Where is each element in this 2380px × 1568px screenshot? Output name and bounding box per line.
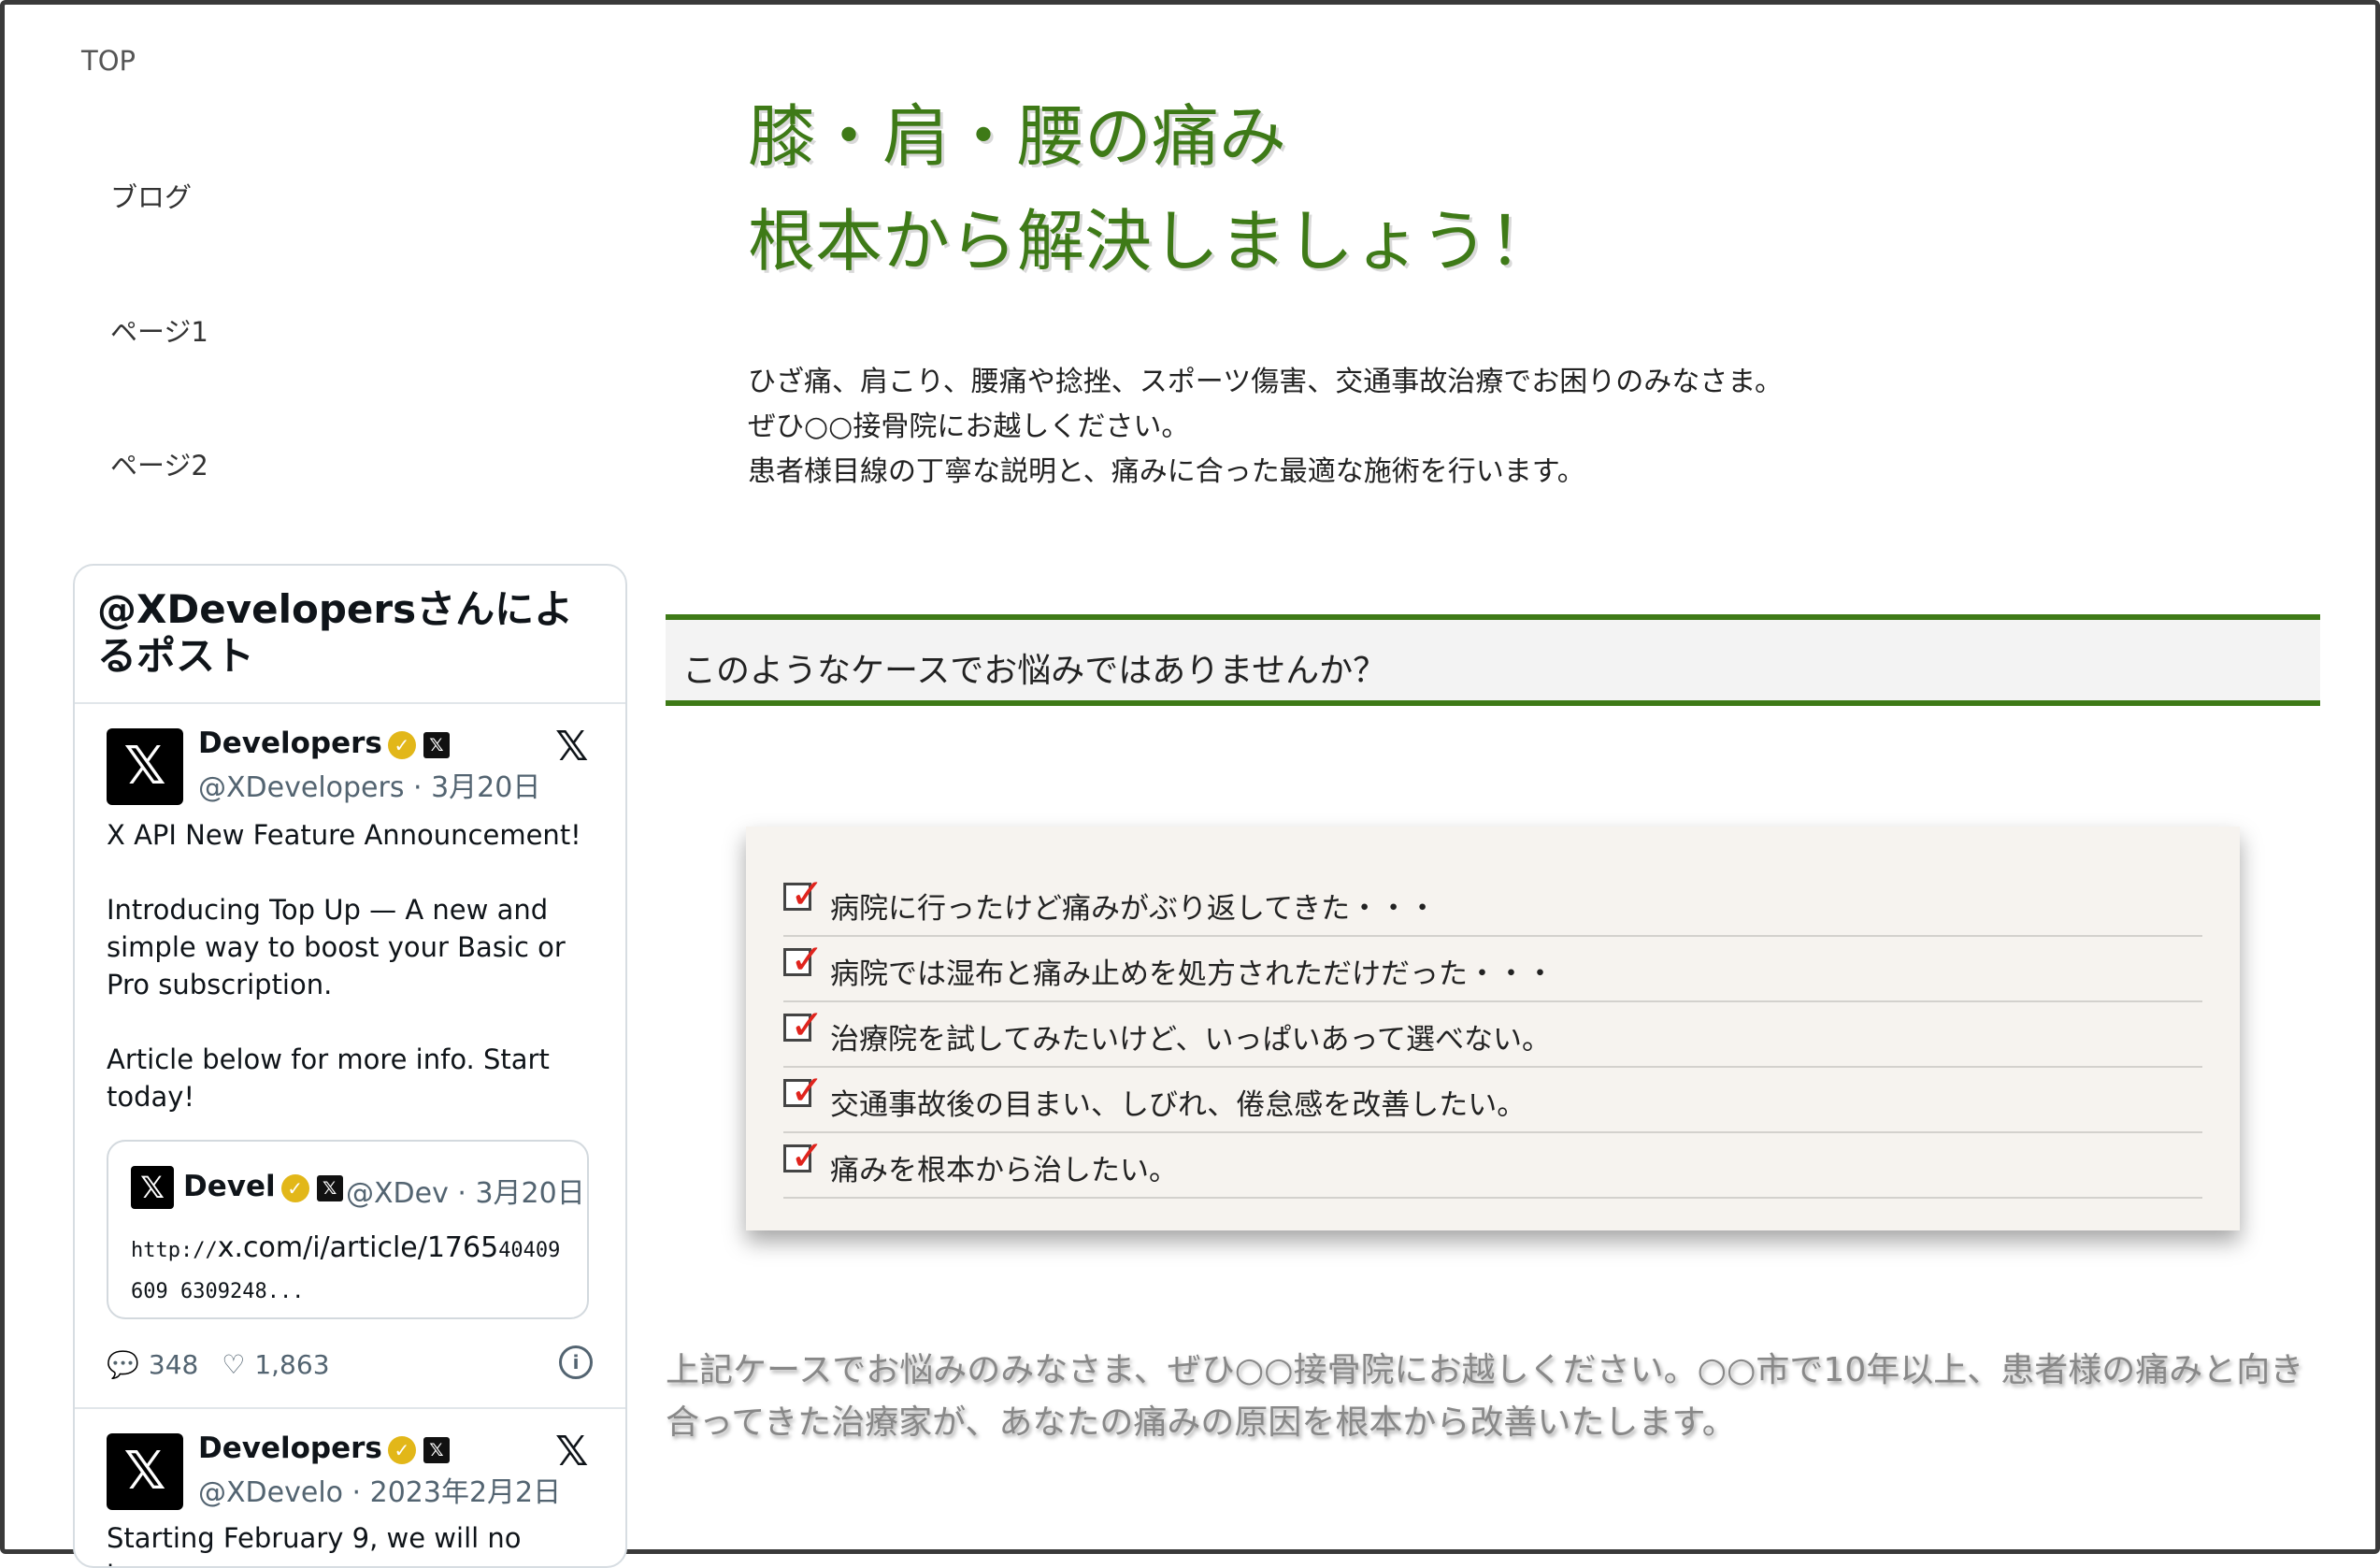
tweet-author-name[interactable]: Developers ✓ 𝕏 xyxy=(198,726,450,760)
link-main: x.com/i/article/1765 xyxy=(217,1231,499,1264)
intro-line: 患者様目線の丁寧な説明と、痛みに合った最適な施術を行います。 xyxy=(748,455,1585,488)
checkmark-icon: ✓ xyxy=(790,1067,824,1115)
like-count[interactable]: 1,863 xyxy=(254,1349,329,1380)
closing-text: 上記ケースでお悩みのみなさま、ぜひ○○接骨院にお越しください。○○市で10年以上… xyxy=(666,1351,2304,1442)
divider xyxy=(75,702,625,704)
widget-header[interactable]: @XDevelopersさんによるポスト xyxy=(97,586,602,680)
section-title: このようなケースでお悩みではありませんか？ xyxy=(682,652,1387,690)
nav-link-page1[interactable]: ページ1 xyxy=(110,310,208,350)
tweet-handle-date[interactable]: @XDevelopers · 3月20日 xyxy=(198,764,540,805)
author-name-text: Developers xyxy=(198,726,382,760)
verified-badge-icon: ✓ xyxy=(387,1435,416,1464)
checkbox-icon: ✓ xyxy=(783,1067,824,1115)
quoted-avatar: 𝕏 xyxy=(131,1166,174,1209)
checklist-item: ✓ 病院では湿布と痛み止めを処方されただけだった・・・ xyxy=(783,936,2202,1002)
section-heading-bar: このようなケースでお悩みではありませんか？ xyxy=(666,614,2320,706)
x-affiliate-icon: 𝕏 xyxy=(423,731,450,758)
x-timeline-widget[interactable]: @XDevelopersさんによるポスト 𝕏 Developers ✓ 𝕏 @XDe… xyxy=(73,564,627,1568)
x-logo-icon[interactable]: 𝕏 xyxy=(555,1428,588,1475)
checklist-text: 治療院を試してみたいけど、いっぱいあって選べない。 xyxy=(830,1023,1551,1057)
checklist-text: 病院では湿布と痛み止めを処方されただけだった・・・ xyxy=(830,957,1555,991)
x-affiliate-icon: 𝕏 xyxy=(316,1174,343,1201)
tweet-author-name[interactable]: Developers ✓ 𝕏 xyxy=(198,1431,450,1465)
checkbox-icon: ✓ xyxy=(783,1001,824,1049)
nav-link-blog[interactable]: ブログ xyxy=(110,176,192,215)
checklist-item: ✓ 病院に行ったけど痛みがぶり返してきた・・・ xyxy=(783,870,2202,937)
tweet-line: Article below for more info. Start today… xyxy=(107,1043,550,1113)
quoted-author: Devel ✓ 𝕏 xyxy=(183,1170,343,1203)
checklist-text: 交通事故後の目まい、しびれ、倦怠感を改善したい。 xyxy=(830,1088,1527,1122)
developers-avatar[interactable]: 𝕏 xyxy=(107,728,183,805)
quoted-link[interactable]: http://x.com/i/article/176540409609 6309… xyxy=(131,1228,570,1313)
checklist-text: 痛みを根本から治したい。 xyxy=(830,1154,1178,1187)
checkmark-icon: ✓ xyxy=(790,936,824,984)
quoted-tweet-card[interactable]: 𝕏 Devel ✓ 𝕏 @XDeᴠ · 3月20日 http://x.com/i/a… xyxy=(107,1140,589,1319)
nav-link-page2[interactable]: ページ2 xyxy=(110,444,208,483)
x-affiliate-icon: 𝕏 xyxy=(423,1436,450,1463)
tweet-actions: 💬 348 ♡ 1,863 xyxy=(107,1349,339,1380)
checklist-item: ✓ 交通事故後の目まい、しびれ、倦怠感を改善したい。 xyxy=(783,1067,2202,1133)
verified-badge-icon: ✓ xyxy=(387,730,416,759)
hero-heading: 膝・肩・腰の痛み 根本から解決しましょう！ xyxy=(748,84,1556,294)
link-prefix: http:// xyxy=(131,1239,218,1262)
checkmark-icon: ✓ xyxy=(790,1132,824,1180)
intro-line: ひざ痛、肩こり、腰痛や捻挫、スポーツ傷害、交通事故治療でお困りのみなさま。 xyxy=(748,366,1783,398)
heart-icon[interactable]: ♡ xyxy=(222,1349,245,1380)
checklist-item: ✓ 痛みを根本から治したい。 xyxy=(783,1132,2202,1199)
tweet-line: X API New Feature Announcement! xyxy=(107,819,581,851)
nav-link-top[interactable]: TOP xyxy=(81,45,136,77)
checklist-item: ✓ 治療院を試してみたいけど、いっぱいあって選べない。 xyxy=(783,1001,2202,1068)
intro-text: ひざ痛、肩こり、腰痛や捻挫、スポーツ傷害、交通事故治療でお困りのみなさま。 ぜひ… xyxy=(748,360,1783,495)
tweet-text: Starting February 9, we will no longer xyxy=(107,1522,522,1566)
checkbox-icon: ✓ xyxy=(783,870,824,918)
tweet-handle-date[interactable]: @XDevelo · 2023年2月2日 xyxy=(198,1469,561,1510)
tweet-text: X API New Feature Announcement! Introduc… xyxy=(107,816,593,1115)
tweet-line: Introducing Top Up — A new and simple wa… xyxy=(107,894,566,1000)
author-name-text: Developers xyxy=(198,1431,382,1465)
checkbox-icon: ✓ xyxy=(783,936,824,984)
checkbox-icon: ✓ xyxy=(783,1132,824,1180)
intro-line: ぜひ○○接骨院にお越しください。 xyxy=(748,410,1190,443)
hero-line-1: 膝・肩・腰の痛み xyxy=(748,97,1287,176)
reply-icon[interactable]: 💬 xyxy=(107,1349,139,1380)
verified-badge-icon: ✓ xyxy=(280,1173,309,1202)
quoted-author-name: Devel xyxy=(183,1170,276,1203)
quoted-handle-date: @XDeᴠ · 3月20日 xyxy=(346,1177,585,1210)
hero-line-2: 根本から解決しましょう！ xyxy=(748,202,1556,281)
checkmark-icon: ✓ xyxy=(790,1001,824,1049)
reply-count[interactable]: 348 xyxy=(149,1349,198,1380)
info-icon[interactable]: i xyxy=(559,1345,593,1379)
checklist-text: 病院に行ったけど痛みがぶり返してきた・・・ xyxy=(830,892,1438,926)
divider xyxy=(75,1407,625,1409)
developers-avatar[interactable]: 𝕏 xyxy=(107,1433,183,1510)
checkmark-icon: ✓ xyxy=(790,870,824,918)
checklist-card: ✓ 病院に行ったけど痛みがぶり返してきた・・・ ✓ 病院では湿布と痛み止めを処方… xyxy=(746,827,2240,1230)
x-logo-icon[interactable]: 𝕏 xyxy=(555,723,588,770)
